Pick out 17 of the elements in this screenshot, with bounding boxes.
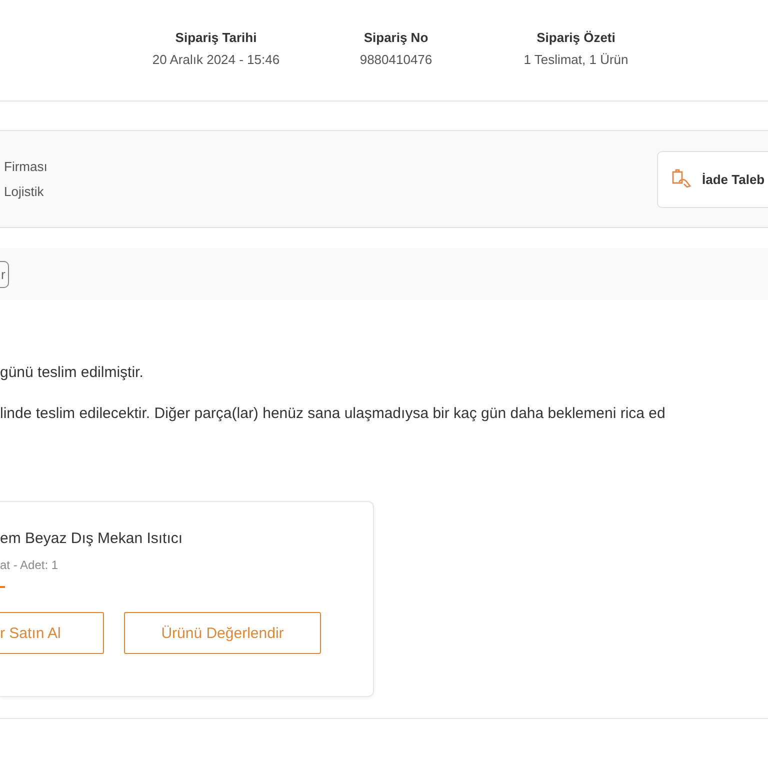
carrier-label: Firması: [4, 159, 48, 174]
delivery-message: linde teslim edilecektir. Diğer parça(lar) henüz sana ulaşmadıysa bir kaç gün daha beklemeni rica ed: [0, 405, 666, 422]
review-product-button[interactable]: Ürünü Değerlendir: [124, 612, 321, 654]
product-name: em Beyaz Dış Mekan Isıtıcı: [0, 530, 184, 547]
return-request-button[interactable]: İade Taleb: [657, 150, 768, 208]
summary-value: 20 Aralık 2024 - 15:46: [152, 52, 280, 67]
buy-again-button[interactable]: r Satın Al: [0, 612, 104, 654]
carrier-name: Lojistik: [4, 184, 45, 199]
summary-label: Sipariş No: [364, 30, 428, 45]
product-details: at - Adet: 1: [0, 558, 60, 572]
delivery-message: günü teslim edilmiştir.: [0, 364, 144, 381]
package-hand-icon: [670, 168, 692, 190]
status-tag[interactable]: r: [0, 260, 10, 288]
summary-label: Sipariş Tarihi: [175, 30, 257, 45]
summary-label: Sipariş Özeti: [536, 30, 616, 45]
summary-value: 9880410476: [360, 52, 432, 67]
summary-value: 1 Teslimat, 1 Ürün: [524, 52, 628, 67]
